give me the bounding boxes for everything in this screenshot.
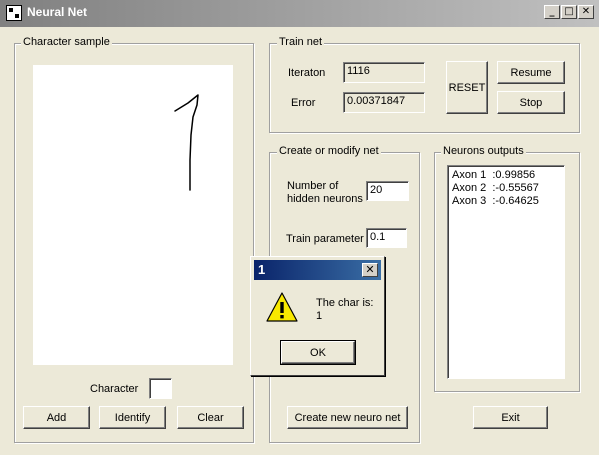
- train-parameter-label: Train parameter: [286, 233, 364, 245]
- message-box: 1 ✕ The char is: 1 OK: [250, 256, 385, 376]
- character-sample-label: Character sample: [21, 36, 112, 48]
- neurons-outputs-list[interactable]: Axon 1 :0.99856 Axon 2 :-0.55567 Axon 3 …: [447, 165, 565, 379]
- identify-button[interactable]: Identify: [99, 406, 166, 429]
- message-text-line1: The char is:: [316, 297, 374, 309]
- drawn-character-stroke: [174, 94, 199, 191]
- neurons-outputs-label: Neurons outputs: [441, 145, 526, 157]
- exit-button[interactable]: Exit: [473, 406, 548, 429]
- character-label: Character: [90, 383, 139, 395]
- add-button[interactable]: Add: [23, 406, 90, 429]
- drawing-canvas[interactable]: [33, 65, 233, 365]
- iteration-value: 1116: [343, 62, 425, 83]
- message-box-title: 1: [258, 262, 266, 277]
- message-text-line2: 1: [316, 310, 323, 322]
- warning-icon: [266, 292, 298, 322]
- message-box-title-bar: 1 ✕: [254, 260, 381, 280]
- window-title: Neural Net: [27, 5, 88, 19]
- maximize-button[interactable]: □: [561, 5, 577, 19]
- train-net-label: Train net: [277, 36, 325, 48]
- create-net-label: Create or modify net: [277, 145, 381, 157]
- app-icon: [6, 5, 22, 21]
- ok-button[interactable]: OK: [280, 340, 356, 365]
- list-item[interactable]: Axon 2 :-0.55567: [452, 182, 560, 195]
- resume-button[interactable]: Resume: [497, 61, 565, 84]
- list-item[interactable]: Axon 1 :0.99856: [452, 169, 560, 182]
- error-label: Error: [291, 97, 316, 109]
- hidden-neurons-label-line2: hidden neurons: [287, 193, 363, 205]
- close-button[interactable]: ✕: [578, 5, 594, 19]
- clear-button[interactable]: Clear: [177, 406, 244, 429]
- iteration-label: Iteraton: [288, 67, 326, 79]
- hidden-neurons-label-line1: Number of: [287, 180, 339, 192]
- list-item[interactable]: Axon 3 :-0.64625: [452, 195, 560, 208]
- minimize-button[interactable]: _: [544, 5, 560, 19]
- create-net-button[interactable]: Create new neuro net: [287, 406, 408, 429]
- window-title-bar: [0, 0, 599, 27]
- error-value: 0.00371847: [343, 92, 425, 113]
- train-net-group: [269, 43, 580, 133]
- message-box-close-button[interactable]: ✕: [362, 263, 378, 277]
- character-input[interactable]: [149, 378, 172, 399]
- reset-button[interactable]: RESET: [446, 61, 488, 114]
- hidden-neurons-input[interactable]: 20: [366, 181, 409, 201]
- stop-button[interactable]: Stop: [497, 91, 565, 114]
- train-parameter-input[interactable]: 0.1: [366, 228, 407, 248]
